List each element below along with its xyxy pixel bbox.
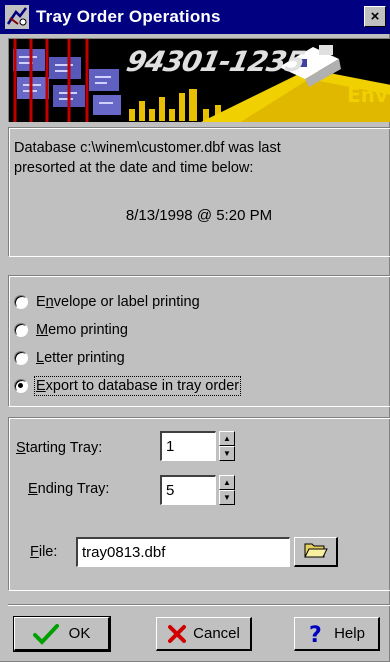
banner-image: 94301-1235 Env <box>8 38 390 122</box>
cancel-label: Cancel <box>193 625 240 642</box>
button-separator <box>8 604 390 606</box>
option-export-text: Export to database in tray order <box>33 376 242 396</box>
ending-tray-spinner[interactable]: ▲ ▼ <box>219 475 235 505</box>
ok-label: OK <box>68 625 91 642</box>
file-label: File: <box>30 544 58 560</box>
question-mark-icon: ? <box>308 623 322 645</box>
starting-tray-down-button[interactable]: ▼ <box>219 446 235 461</box>
folder-open-icon <box>303 541 328 562</box>
option-envelope-text: Envelope or label printing <box>36 294 200 310</box>
option-letter-text: Letter printing <box>36 350 125 366</box>
help-button[interactable]: ? Help <box>294 617 380 651</box>
option-export[interactable]: Export to database in tray order <box>14 375 242 397</box>
ending-tray-up-button[interactable]: ▲ <box>219 475 235 490</box>
ok-button[interactable]: OK <box>13 616 111 652</box>
cancel-button[interactable]: Cancel <box>156 617 252 651</box>
starting-tray-up-button[interactable]: ▲ <box>219 431 235 446</box>
starting-tray-input[interactable]: 1 <box>160 431 216 461</box>
banner-env-text: Env <box>347 83 388 107</box>
app-icon <box>4 4 30 30</box>
option-envelope-label[interactable]: Envelope or label printing <box>14 291 200 313</box>
arrow-up-icon: ▲ <box>223 433 231 443</box>
arrow-down-icon: ▼ <box>223 492 231 502</box>
info-line-1: Database c:\winem\customer.dbf was last <box>14 140 281 156</box>
title-bar[interactable]: Tray Order Operations × <box>0 0 390 34</box>
tray-order-window: Tray Order Operations × 94301-1235 Env D… <box>0 0 390 662</box>
option-memo[interactable]: Memo printing <box>14 319 128 341</box>
presort-info: Database c:\winem\customer.dbf was last … <box>14 138 374 178</box>
ending-tray-down-button[interactable]: ▼ <box>219 490 235 505</box>
info-line-2: presorted at the date and time below: <box>14 160 254 176</box>
ending-tray-input[interactable]: 5 <box>160 475 216 505</box>
banner-zip-text: 94301-1235 <box>123 45 308 78</box>
help-label: Help <box>334 625 365 642</box>
window-title: Tray Order Operations <box>36 7 221 26</box>
option-memo-text: Memo printing <box>36 322 128 338</box>
radio-memo[interactable] <box>14 323 28 337</box>
radio-letter[interactable] <box>14 351 28 365</box>
starting-tray-label: Starting Tray: <box>16 440 103 456</box>
arrow-down-icon: ▼ <box>223 448 231 458</box>
radio-envelope[interactable] <box>14 295 28 309</box>
presort-datetime: 8/13/1998 @ 5:20 PM <box>125 207 273 224</box>
close-icon: × <box>370 8 380 25</box>
svg-text:?: ? <box>309 623 322 645</box>
option-letter[interactable]: Letter printing <box>14 347 125 369</box>
cancel-x-icon <box>167 624 187 644</box>
radio-export[interactable] <box>14 379 28 393</box>
arrow-up-icon: ▲ <box>223 477 231 487</box>
ending-tray-label: Ending Tray: <box>28 481 110 497</box>
file-input[interactable]: tray0813.dbf <box>76 537 290 567</box>
close-button[interactable]: × <box>364 6 386 27</box>
checkmark-icon <box>32 623 59 645</box>
starting-tray-spinner[interactable]: ▲ ▼ <box>219 431 235 461</box>
browse-folder-button[interactable] <box>294 537 338 567</box>
